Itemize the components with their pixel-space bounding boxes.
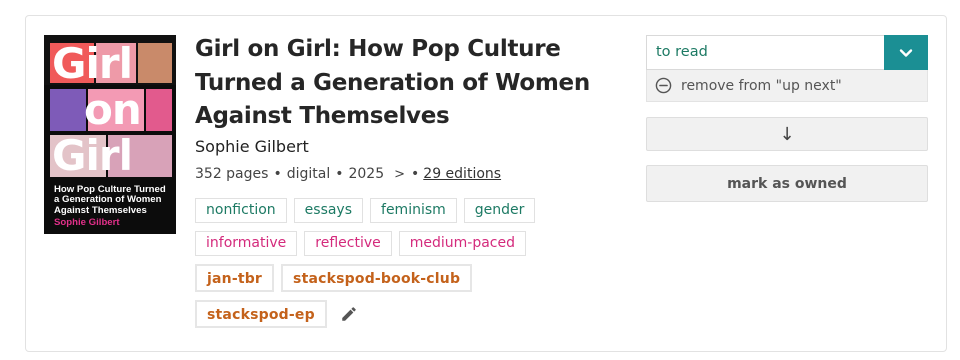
chevron-down-icon [899, 46, 913, 60]
mood-tag[interactable]: informative [195, 231, 298, 256]
page-count: 352 pages [195, 166, 269, 182]
reading-status-select[interactable]: to read [646, 35, 928, 70]
cover-art-block [50, 89, 86, 131]
book-meta: 352 pages • digital • 2025 > • 29 editio… [195, 164, 501, 184]
chevron-right-icon[interactable]: > [394, 167, 405, 182]
meta-separator: • [411, 166, 420, 182]
cover-art-block [138, 43, 172, 83]
book-format: digital [286, 166, 331, 182]
cover-art-block [146, 89, 172, 131]
meta-separator: • [335, 166, 344, 182]
status-dropdown-button[interactable] [884, 35, 928, 70]
cover-subtitle: How Pop Culture Turned a Generation of W… [54, 184, 166, 216]
remove-up-next-label: remove from "up next" [681, 77, 842, 94]
cover-title-word: Girl [52, 131, 133, 180]
remove-up-next-button[interactable]: remove from "up next" [646, 70, 928, 102]
mood-tag[interactable]: medium-paced [398, 231, 526, 256]
book-title[interactable]: Girl on Girl: How Pop Culture Turned a G… [195, 33, 615, 134]
genre-tags: nonfiction essays feminism gender [195, 198, 615, 223]
book-author[interactable]: Sophie Gilbert [195, 137, 309, 156]
reading-status-value[interactable]: to read [647, 36, 884, 69]
cover-title-word: on [84, 85, 142, 134]
shelf-tag[interactable]: jan-tbr [195, 264, 275, 292]
mark-as-owned-button[interactable]: mark as owned [646, 165, 928, 202]
shelf-tag[interactable]: stackspod-ep [195, 300, 327, 328]
mark-as-owned-label: mark as owned [727, 175, 847, 192]
mood-tag[interactable]: reflective [304, 231, 392, 256]
cover-author: Sophie Gilbert [54, 217, 120, 228]
shelf-tags: stackspod-ep [195, 300, 615, 328]
editions-link[interactable]: 29 editions [423, 166, 501, 182]
genre-tag[interactable]: gender [463, 198, 536, 223]
publication-year: 2025 [348, 166, 385, 182]
shelf-tags: jan-tbr stackspod-book-club [195, 264, 615, 292]
meta-separator: • [273, 166, 282, 182]
book-cover[interactable]: Girl on Girl How Pop Culture Turned a Ge… [44, 35, 176, 234]
genre-tag[interactable]: nonfiction [195, 198, 287, 223]
tag-list: nonfiction essays feminism gender inform… [195, 198, 615, 336]
arrow-down-icon: ↓ [779, 123, 795, 145]
mood-tags: informative reflective medium-paced [195, 231, 615, 256]
pencil-icon[interactable] [340, 305, 358, 323]
shelf-tag[interactable]: stackspod-book-club [281, 264, 473, 292]
genre-tag[interactable]: essays [293, 198, 364, 223]
genre-tag[interactable]: feminism [370, 198, 457, 223]
cover-title-word: Girl [52, 39, 133, 88]
move-down-button[interactable]: ↓ [646, 117, 928, 151]
minus-circle-icon [655, 77, 672, 94]
